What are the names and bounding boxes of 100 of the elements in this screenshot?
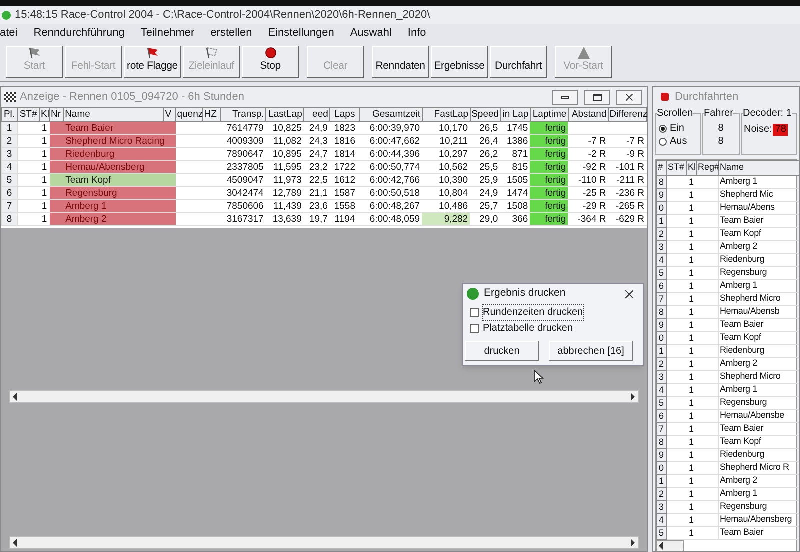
column-header[interactable]: eed [304,108,330,122]
menu-item[interactable]: Einstellungen [267,24,336,42]
row-header[interactable]: 5 [656,266,666,279]
radio-button[interactable] [659,124,667,132]
column-header[interactable]: in Lap [500,108,530,122]
menu-item[interactable]: atei [0,24,19,42]
row-header[interactable]: 1 [656,214,666,227]
menu-item[interactable]: Teilnehmer [140,24,196,42]
radio-button[interactable] [659,138,667,146]
column-header[interactable]: LastLap [266,108,304,122]
row-header[interactable]: 7 [656,422,666,435]
row-header[interactable]: 9 [656,318,666,331]
menu-item[interactable]: Renndurchführung [32,24,126,42]
table-cell: 26,2 [470,148,500,160]
row-header[interactable]: 9 [656,448,666,461]
row-header[interactable]: 2 [656,357,666,370]
column-header[interactable]: Gesamtzeit [360,108,422,122]
table-cell [50,186,64,200]
row-header[interactable]: 2 [656,487,666,500]
close-button[interactable] [616,90,642,104]
menu-item[interactable]: Info [406,24,428,42]
column-header[interactable]: Kl [686,160,696,175]
column-header[interactable]: HZ [202,108,221,122]
row-header[interactable]: 1 [656,344,666,357]
toolbar-button[interactable]: Stop [242,46,299,78]
row-header[interactable]: 4 [656,253,666,266]
row-header[interactable]: 4 [656,513,666,526]
row-header[interactable]: 8 [656,435,666,448]
row-header[interactable]: 3 [656,500,666,513]
column-header[interactable]: FastLap [422,108,470,122]
table-cell: 24,7 [304,148,330,160]
table-cell: 1 [686,279,696,292]
horizontal-scrollbar[interactable] [656,540,684,551]
checkbox-label[interactable]: Rundenzeiten drucken [483,304,584,320]
row-header[interactable]: 9 [656,188,666,201]
checkbox[interactable] [470,324,479,332]
column-header[interactable]: ST# [666,160,686,175]
dialog-button[interactable]: abbrechen [16] [549,341,633,361]
row-header[interactable]: 2 [2,134,18,148]
stop-icon [264,46,278,59]
row-header[interactable]: 8 [2,212,18,226]
column-header[interactable]: Speed [470,108,500,122]
radio-label[interactable]: Ein [670,122,684,135]
row-header[interactable]: 6 [2,186,18,200]
horizontal-scrollbar[interactable] [9,390,639,403]
dialog-button[interactable]: drucken [465,341,539,361]
column-header[interactable]: ST# [18,108,40,122]
row-header[interactable]: 6 [656,279,666,292]
row-header[interactable]: 5 [656,526,666,539]
row-header[interactable]: 8 [656,305,666,318]
minimize-button[interactable] [552,90,578,104]
column-header[interactable]: Laptime [530,108,568,122]
row-header[interactable]: 5 [656,396,666,409]
menu-item[interactable]: Auswahl [349,24,393,42]
column-header[interactable]: Differenz [608,108,646,122]
row-header[interactable]: 0 [656,201,666,214]
column-header[interactable]: Nr [50,108,64,122]
column-header[interactable]: Kl [40,108,50,122]
radio-label[interactable]: Aus [670,135,688,148]
table-cell: Team Kopf [64,174,164,186]
row-header[interactable]: 2 [656,227,666,240]
row-header[interactable]: 7 [656,292,666,305]
horizontal-scrollbar[interactable] [9,536,639,549]
toolbar-button[interactable]: Ergebnisse [431,46,488,78]
row-header[interactable]: 7 [2,200,18,212]
row-header[interactable]: 0 [656,461,666,474]
window-title: Anzeige - Rennen 0105_094720 - 6h Stunden [20,90,244,105]
close-button[interactable] [625,289,635,299]
row-header[interactable]: 4 [656,383,666,396]
column-header[interactable]: # [656,160,666,175]
app-icon [2,10,11,20]
toolbar-button[interactable]: Durchfahrt [490,46,547,78]
column-header[interactable]: V [164,108,176,122]
row-header[interactable]: 0 [656,331,666,344]
row-header[interactable]: 4 [2,160,18,174]
row-header[interactable]: 8 [656,175,666,188]
row-header[interactable]: 5 [2,174,18,186]
column-header[interactable]: Abstand [568,108,608,122]
column-header[interactable]: Laps [330,108,360,122]
table-cell: 1 [686,474,696,487]
checkbox[interactable] [470,308,479,316]
column-header[interactable]: quenz [176,108,203,122]
column-header[interactable]: Name [64,108,164,122]
column-header[interactable]: Pl. [2,108,18,122]
checkbox-label[interactable]: Platztabelle drucken [483,320,574,336]
menu-item[interactable]: erstellen [210,24,254,42]
maximize-button[interactable] [584,90,610,104]
row-header[interactable]: 1 [656,474,666,487]
table-cell: Riedenburg [718,344,799,357]
row-header[interactable]: 3 [2,148,18,160]
column-header[interactable]: Transp. [220,108,266,122]
row-header[interactable]: 1 [2,122,18,134]
toolbar-button[interactable]: rote Flagge [124,46,181,78]
column-header[interactable]: Name [718,160,799,175]
row-header[interactable]: 6 [656,409,666,422]
row-header[interactable]: 3 [656,240,666,253]
toolbar-button[interactable]: Renndaten [372,46,429,78]
column-header[interactable]: Reg# [696,160,718,175]
row-header[interactable]: 3 [656,370,666,383]
table-cell: Regensburg [718,396,799,409]
